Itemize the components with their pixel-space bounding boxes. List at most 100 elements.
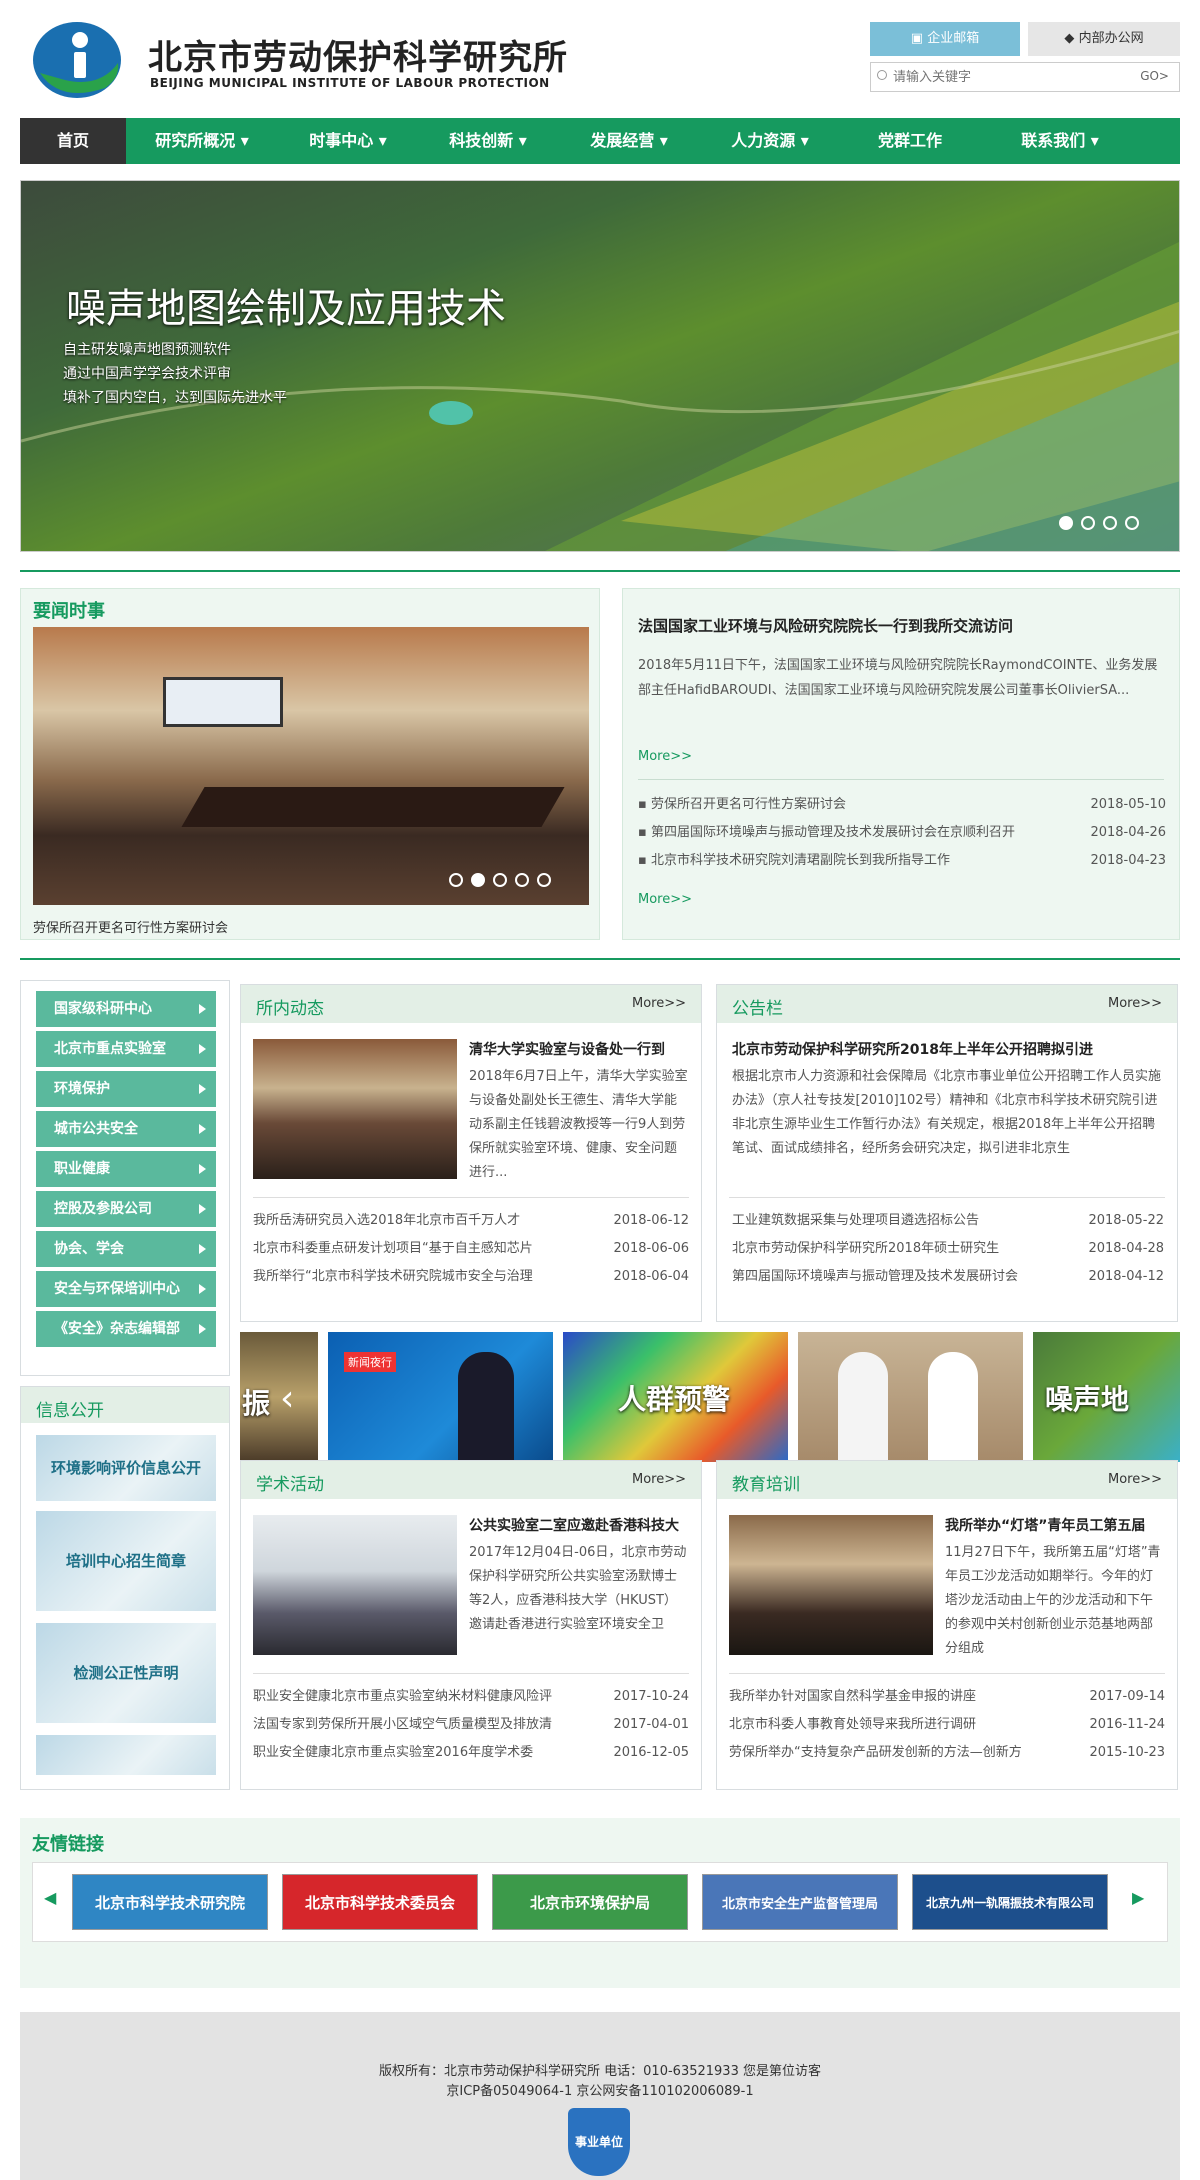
sidebar-item-key-lab[interactable]: 北京市重点实验室 (36, 1031, 216, 1067)
training-more-link[interactable]: More>> (1108, 1472, 1162, 1487)
sidebar-item-holdings[interactable]: 控股及参股公司 (36, 1191, 216, 1227)
banner-dot[interactable] (1125, 516, 1139, 530)
dynamics-more-link[interactable]: More>> (632, 996, 686, 1011)
links-next-icon[interactable]: ▶ (1132, 1888, 1144, 1907)
nav-contact[interactable]: 联系我们 ▾ (980, 118, 1140, 164)
list-item[interactable]: 北京市科委重点研发计划项目“基于自主感知芯片 2018-06-06 (253, 1235, 689, 1263)
nav-hr[interactable]: 人力资源 ▾ (700, 118, 840, 164)
banner-dot[interactable] (1103, 516, 1117, 530)
info-card-eia[interactable]: 环境影响评价信息公开 (36, 1435, 216, 1501)
links-prev-icon[interactable]: ◀ (44, 1888, 56, 1907)
photo-dot[interactable] (493, 873, 507, 887)
enterprise-mail-button[interactable]: ▣ 企业邮箱 (870, 22, 1020, 56)
arrow-right-icon (199, 1084, 206, 1094)
link-tile-jiuzhou[interactable]: 北京九州一轨隔振技术有限公司 (912, 1874, 1108, 1930)
training-photo[interactable] (729, 1515, 933, 1655)
nav-development[interactable]: 发展经营 ▾ (558, 118, 700, 164)
academic-lead-title[interactable]: 公共实验室二室应邀赴香港科技大 (469, 1515, 689, 1535)
list-item[interactable]: 北京市科委人事教育处领导来我所进行调研 2016-11-24 (729, 1711, 1165, 1739)
training-lead-title[interactable]: 我所举办“灯塔”青年员工第五届 (945, 1515, 1165, 1535)
academic-photo[interactable] (253, 1515, 457, 1655)
list-item[interactable]: 我所举办针对国家自然科学基金申报的讲座 2017-09-14 (729, 1683, 1165, 1711)
divider (638, 779, 1164, 780)
logo-chinese-name: 北京市劳动保护科学研究所 (148, 38, 568, 78)
photo-dot[interactable] (537, 873, 551, 887)
search-box: GO> (870, 62, 1180, 92)
list-item[interactable]: ▪ 第四届国际环境噪声与振动管理及技术发展研讨会在京顺利召开 2018-04-26 (638, 819, 1166, 847)
info-card-impartiality[interactable]: 检测公正性声明 (36, 1623, 216, 1723)
sidebar-item-occupational-health[interactable]: 职业健康 (36, 1151, 216, 1187)
list-item[interactable]: 职业安全健康北京市重点实验室纳米材料健康风险评 2017-10-24 (253, 1683, 689, 1711)
office-network-button[interactable]: ◆ 内部办公网 (1028, 22, 1180, 56)
link-tile-bj-safety[interactable]: 北京市安全生产监督管理局 (702, 1874, 898, 1930)
banner-slider[interactable]: 噪声地图绘制及应用技术 自主研发噪声地图预测软件 通过中国声学学会技术评审 填补… (20, 180, 1180, 552)
info-disclosure-panel: 信息公开 环境影响评价信息公开 培训中心招生简章 检测公正性声明 (20, 1386, 230, 1790)
notice-lead-title[interactable]: 北京市劳动保护科学研究所2018年上半年公开招聘拟引进 (732, 1039, 1164, 1059)
news-feature-photo[interactable] (33, 627, 589, 905)
list-item[interactable]: ▪ 北京市科学技术研究院刘清珺副院长到我所指导工作 2018-04-23 (638, 847, 1166, 875)
info-card-enrollment[interactable]: 培训中心招生简章 (36, 1511, 216, 1611)
link-tile-bj-environment[interactable]: 北京市环境保护局 (492, 1874, 688, 1930)
list-item[interactable]: 工业建筑数据采集与处理项目遴选招标公告 2018-05-22 (732, 1207, 1164, 1235)
strip-image-noise-map[interactable]: 噪声地 (1033, 1332, 1180, 1462)
photo-dot[interactable] (449, 873, 463, 887)
arrow-right-icon (199, 1324, 206, 1334)
list-item[interactable]: 法国专家到劳保所开展小区域空气质量模型及排放清 2017-04-01 (253, 1711, 689, 1739)
academic-panel: 学术活动 More>> 公共实验室二室应邀赴香港科技大 2017年12月04日-… (240, 1460, 702, 1790)
news-more-link-2[interactable]: More>> (638, 892, 692, 907)
news-photo-pagination (449, 873, 551, 887)
tag-icon: ◆ (1064, 31, 1079, 46)
nav-overview[interactable]: 研究所概况 ▾ (126, 118, 278, 164)
list-item[interactable]: 我所举行“北京市科学技术研究院城市安全与治理 2018-06-04 (253, 1263, 689, 1291)
sidebar-item-training-center[interactable]: 安全与环保培训中心 (36, 1271, 216, 1307)
links-title: 友情链接 (32, 1834, 104, 1855)
image-strip-carousel[interactable]: 振 ‹ 新闻夜行 人群预警 噪声地 (240, 1332, 1180, 1462)
banner-line-3: 填补了国内空白，达到国际先进水平 (63, 390, 287, 406)
nav-innovation[interactable]: 科技创新 ▾ (418, 118, 558, 164)
sidebar-item-national-center[interactable]: 国家级科研中心 (36, 991, 216, 1027)
sidebar-item-associations[interactable]: 协会、学会 (36, 1231, 216, 1267)
sidebar-menu: 国家级科研中心 北京市重点实验室 环境保护 城市公共安全 职业健康 控股及参股公… (20, 980, 230, 1376)
nav-home[interactable]: 首页 (20, 118, 126, 164)
photo-dot[interactable] (515, 873, 529, 887)
training-list: 我所举办针对国家自然科学基金申报的讲座 2017-09-14 北京市科委人事教育处… (729, 1683, 1165, 1767)
info-card-more[interactable] (36, 1735, 216, 1775)
banner-dot[interactable] (1081, 516, 1095, 530)
main-nav: 首页 研究所概况 ▾ 时事中心 ▾ 科技创新 ▾ 发展经营 ▾ 人力资源 ▾ 党… (20, 118, 1180, 164)
logo-english-name: BEIJING MUNICIPAL INSTITUTE OF LABOUR PR… (150, 76, 550, 90)
list-item[interactable]: 劳保所举办“支持复杂产品研发创新的方法—创新方 2015-10-23 (729, 1739, 1165, 1767)
link-tile-bj-science-commission[interactable]: 北京市科学技术委员会 (282, 1874, 478, 1930)
sidebar-item-public-safety[interactable]: 城市公共安全 (36, 1111, 216, 1147)
strip-image-tunnel[interactable]: 振 ‹ (240, 1332, 318, 1462)
nav-news-center[interactable]: 时事中心 ▾ (278, 118, 418, 164)
public-institution-badge[interactable]: 事业单位 (568, 2108, 630, 2176)
link-tile-bj-academy[interactable]: 北京市科学技术研究院 (72, 1874, 268, 1930)
list-item[interactable]: 北京市劳动保护科学研究所2018年硕士研究生 2018-04-28 (732, 1235, 1164, 1263)
strip-image-crowd-warning[interactable]: 人群预警 (563, 1332, 788, 1462)
dynamics-lead-title[interactable]: 清华大学实验室与设备处一行到 (469, 1039, 689, 1059)
institute-logo[interactable] (30, 18, 125, 103)
strip-image-lab-interview[interactable] (798, 1332, 1023, 1462)
sidebar-item-environment[interactable]: 环境保护 (36, 1071, 216, 1107)
news-lead-title[interactable]: 法国国家工业环境与风险研究院院长一行到我所交流访问 (638, 615, 1013, 636)
nav-party[interactable]: 党群工作 (840, 118, 980, 164)
search-input[interactable] (893, 67, 1123, 87)
strip-image-tv-interview[interactable]: 新闻夜行 (328, 1332, 553, 1462)
dynamics-photo[interactable] (253, 1039, 457, 1179)
news-photo-caption[interactable]: 劳保所召开更名可行性方案研讨会 (33, 917, 228, 936)
academic-list: 职业安全健康北京市重点实验室纳米材料健康风险评 2017-10-24 法国专家到劳… (253, 1683, 689, 1767)
divider (20, 570, 1180, 572)
search-go-button[interactable]: GO> (1140, 69, 1169, 83)
carousel-prev-icon[interactable]: ‹ (280, 1378, 294, 1419)
list-item[interactable]: ▪ 劳保所召开更名可行性方案研讨会 2018-05-10 (638, 791, 1166, 819)
divider (253, 1197, 689, 1198)
notice-more-link[interactable]: More>> (1108, 996, 1162, 1011)
sidebar-item-magazine[interactable]: 《安全》杂志编辑部 (36, 1311, 216, 1347)
banner-dot[interactable] (1059, 516, 1073, 530)
list-item[interactable]: 我所岳涛研究员入选2018年北京市百千万人才 2018-06-12 (253, 1207, 689, 1235)
list-item[interactable]: 第四届国际环境噪声与振动管理及技术发展研讨会 2018-04-12 (732, 1263, 1164, 1291)
academic-more-link[interactable]: More>> (632, 1472, 686, 1487)
photo-dot[interactable] (471, 873, 485, 887)
list-item[interactable]: 职业安全健康北京市重点实验室2016年度学术委 2016-12-05 (253, 1739, 689, 1767)
news-more-link[interactable]: More>> (638, 749, 692, 764)
